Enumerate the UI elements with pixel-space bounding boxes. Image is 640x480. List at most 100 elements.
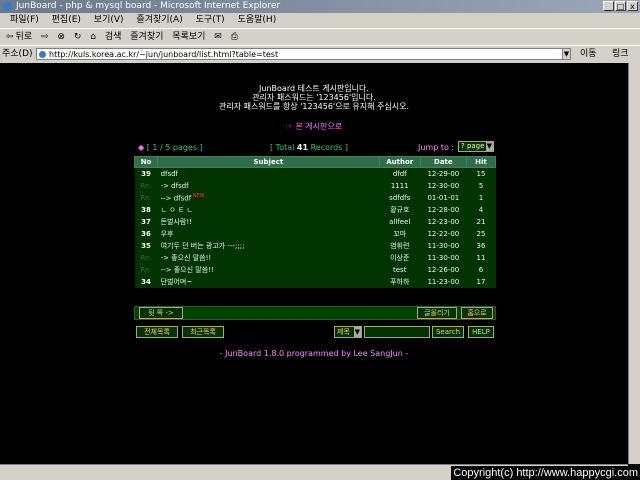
table-row[interactable]: Re: -> dfsdf 1111 12-30-00 5 [134,180,496,192]
post-subject[interactable]: --> 좋으신 말씀!! [157,264,380,276]
page-count: [ 1 / 5 pages ] [146,143,203,152]
table-row[interactable]: Re: -> 좋으신 말씀!! 이상준 11-30-00 11 [134,252,496,264]
post-date: 11-23-00 [420,276,467,288]
table-row[interactable]: 35 여기두 던 버는 광고가 ---;;;; 염휘련 11-30-00 36 [134,240,496,252]
post-number: 37 [134,216,158,228]
menu-tools[interactable]: 도구(T) [196,15,225,25]
table-row[interactable]: Re: --> 좋으신 말씀!! test 12-26-00 6 [134,264,496,276]
menu-favorites[interactable]: 즐겨찾기(A) [136,15,182,25]
next-page-button[interactable]: 뒷 쪽 -> [139,307,183,319]
search-button[interactable]: 검색 [105,32,122,42]
menu-help[interactable]: 도움말(H) [238,15,277,25]
page-icon [39,51,46,58]
column-author: Author [378,156,421,168]
table-row[interactable]: 36 우후 꼬마 12-22-00 25 [134,228,496,240]
back-arrow-icon[interactable]: ⇦ [6,32,14,42]
help-button[interactable]: HELP [468,326,494,338]
menu-bar: 파일(F) 편집(E) 보기(V) 즐겨찾기(A) 도구(T) 도움말(H) [0,13,640,28]
view-board-link[interactable]: ☞ 본 게시판으로 [0,122,628,132]
address-bar: 주소(D) http://kuls.korea.ac.kr/~jun/junbo… [0,45,640,64]
history-button[interactable]: 목록보기 [172,32,205,42]
post-author: sdfdfs [379,192,421,204]
list-all-button[interactable]: 전체목록 [136,326,178,338]
jump-page-select[interactable]: ? page ▼ [458,141,494,152]
post-hit: 11 [466,252,496,264]
post-subject[interactable]: --> dfsdf NEW [157,192,380,204]
address-input[interactable]: http://kuls.korea.ac.kr/~jun/junboard/li… [36,48,566,60]
post-hit: 5 [466,180,496,192]
board-action-row: 뒷 쪽 -> 글올리기 홈으로 [134,306,496,320]
search-field-select[interactable]: 제목 ▼ [334,326,362,338]
home-button[interactable]: 홈으로 [461,307,493,319]
table-row[interactable]: 38 ㄴ ㅇ ㅌ ㄴ 황규호 12-28-00 4 [134,204,496,216]
window-title: JunBoard - php & mysql board - Microsoft… [16,1,281,11]
post-subject[interactable]: 여기두 던 버는 광고가 ---;;;; [157,240,380,252]
post-subject[interactable]: ㄴ ㅇ ㅌ ㄴ [157,204,380,216]
print-icon[interactable]: ⎙ [231,32,238,42]
home-icon[interactable]: ⌂ [90,32,96,42]
window-titlebar: JunBoard - php & mysql board - Microsoft… [0,0,640,13]
page-content: JunBoard 테스트 게시판입니다. 관리자 패스워드는 '123456'입… [0,63,628,464]
post-subject[interactable]: 단벌어며~ [157,276,380,288]
total-suffix: Records ] [308,143,349,152]
menu-view[interactable]: 보기(V) [94,15,124,25]
copyright-text: Copyright(c) http://www.happycgi.com [451,466,640,480]
post-author: 염휘련 [379,240,421,252]
post-author: 이상준 [379,252,421,264]
post-subject[interactable]: -> 좋으신 말씀!! [157,252,380,264]
close-button[interactable]: x [627,1,638,11]
address-dropdown-icon[interactable]: ▼ [562,48,571,60]
go-button[interactable]: 이동 [580,46,597,62]
diamond-icon: ◆ [138,143,145,152]
jump-label: Jump to : [418,143,455,152]
table-row[interactable]: 34 단벌어며~ 푸하하 11-23-00 17 [134,276,496,288]
post-date: 12-23-00 [420,216,467,228]
mail-icon[interactable]: ✉ [214,32,222,42]
stop-icon[interactable]: ⊗ [57,32,65,42]
vertical-scrollbar[interactable] [628,63,640,464]
maximize-button[interactable]: □ [615,1,626,11]
column-hit: Hit [465,156,497,168]
post-subject[interactable]: 우후 [157,228,380,240]
column-date: Date [419,156,467,168]
ie-icon [3,2,12,11]
post-subject[interactable]: 돈벌사람!! [157,216,380,228]
refresh-icon[interactable]: ↻ [74,32,82,42]
post-hit: 17 [466,276,496,288]
menu-edit[interactable]: 편집(E) [52,15,81,25]
column-no: No [133,156,159,168]
table-row[interactable]: 39 dfsdf dfdf 12-29-00 15 [134,167,496,180]
address-url: http://kuls.korea.ac.kr/~jun/junboard/li… [49,50,279,59]
post-number: Re: [134,192,158,204]
post-subject[interactable]: dfsdf [157,167,380,180]
search-button-board[interactable]: Search [432,326,464,338]
post-hit: 4 [466,204,496,216]
toolbar: ⇦ 뒤로 ⇨ ⊗ ↻ ⌂ 검색 즐겨찾기 목록보기 ✉ ⎙ [0,28,640,46]
forward-arrow-icon[interactable]: ⇨ [41,32,49,42]
post-number: 38 [134,204,158,216]
address-label: 주소(D) [2,49,33,59]
post-subject[interactable]: -> dfsdf [157,180,380,192]
post-date: 11-30-00 [420,240,467,252]
links-button[interactable]: 링크 [612,46,629,62]
column-subject: Subject [157,156,380,168]
back-button[interactable]: 뒤로 [16,32,33,42]
search-field-value: 제목 [337,328,350,336]
table-row[interactable]: Re: --> dfsdf NEW sdfdfs 01-01-01 1 [134,192,496,204]
post-date: 12-26-00 [420,264,467,276]
write-post-button[interactable]: 글올리기 [417,307,457,319]
search-input[interactable] [364,326,430,338]
post-hit: 25 [466,228,496,240]
post-hit: 6 [466,264,496,276]
post-number: Re: [134,264,158,276]
total-count: 41 [296,143,309,152]
minimize-button[interactable]: _ [603,1,614,11]
recent-list-button[interactable]: 최근목록 [182,326,224,338]
post-table: No Subject Author Date Hit 39 dfsdf dfdf 12… [133,156,497,288]
table-row[interactable]: 37 돈벌사람!! allfeel 12-23-00 21 [134,216,496,228]
favorites-button[interactable]: 즐겨찾기 [130,32,163,42]
board-signature: - JunBoard 1.8.0 programmed by Lee SangJ… [219,349,409,358]
table-header-row: No Subject Author Date Hit [133,156,497,168]
post-date: 01-01-01 [420,192,467,204]
menu-file[interactable]: 파일(F) [10,15,39,25]
